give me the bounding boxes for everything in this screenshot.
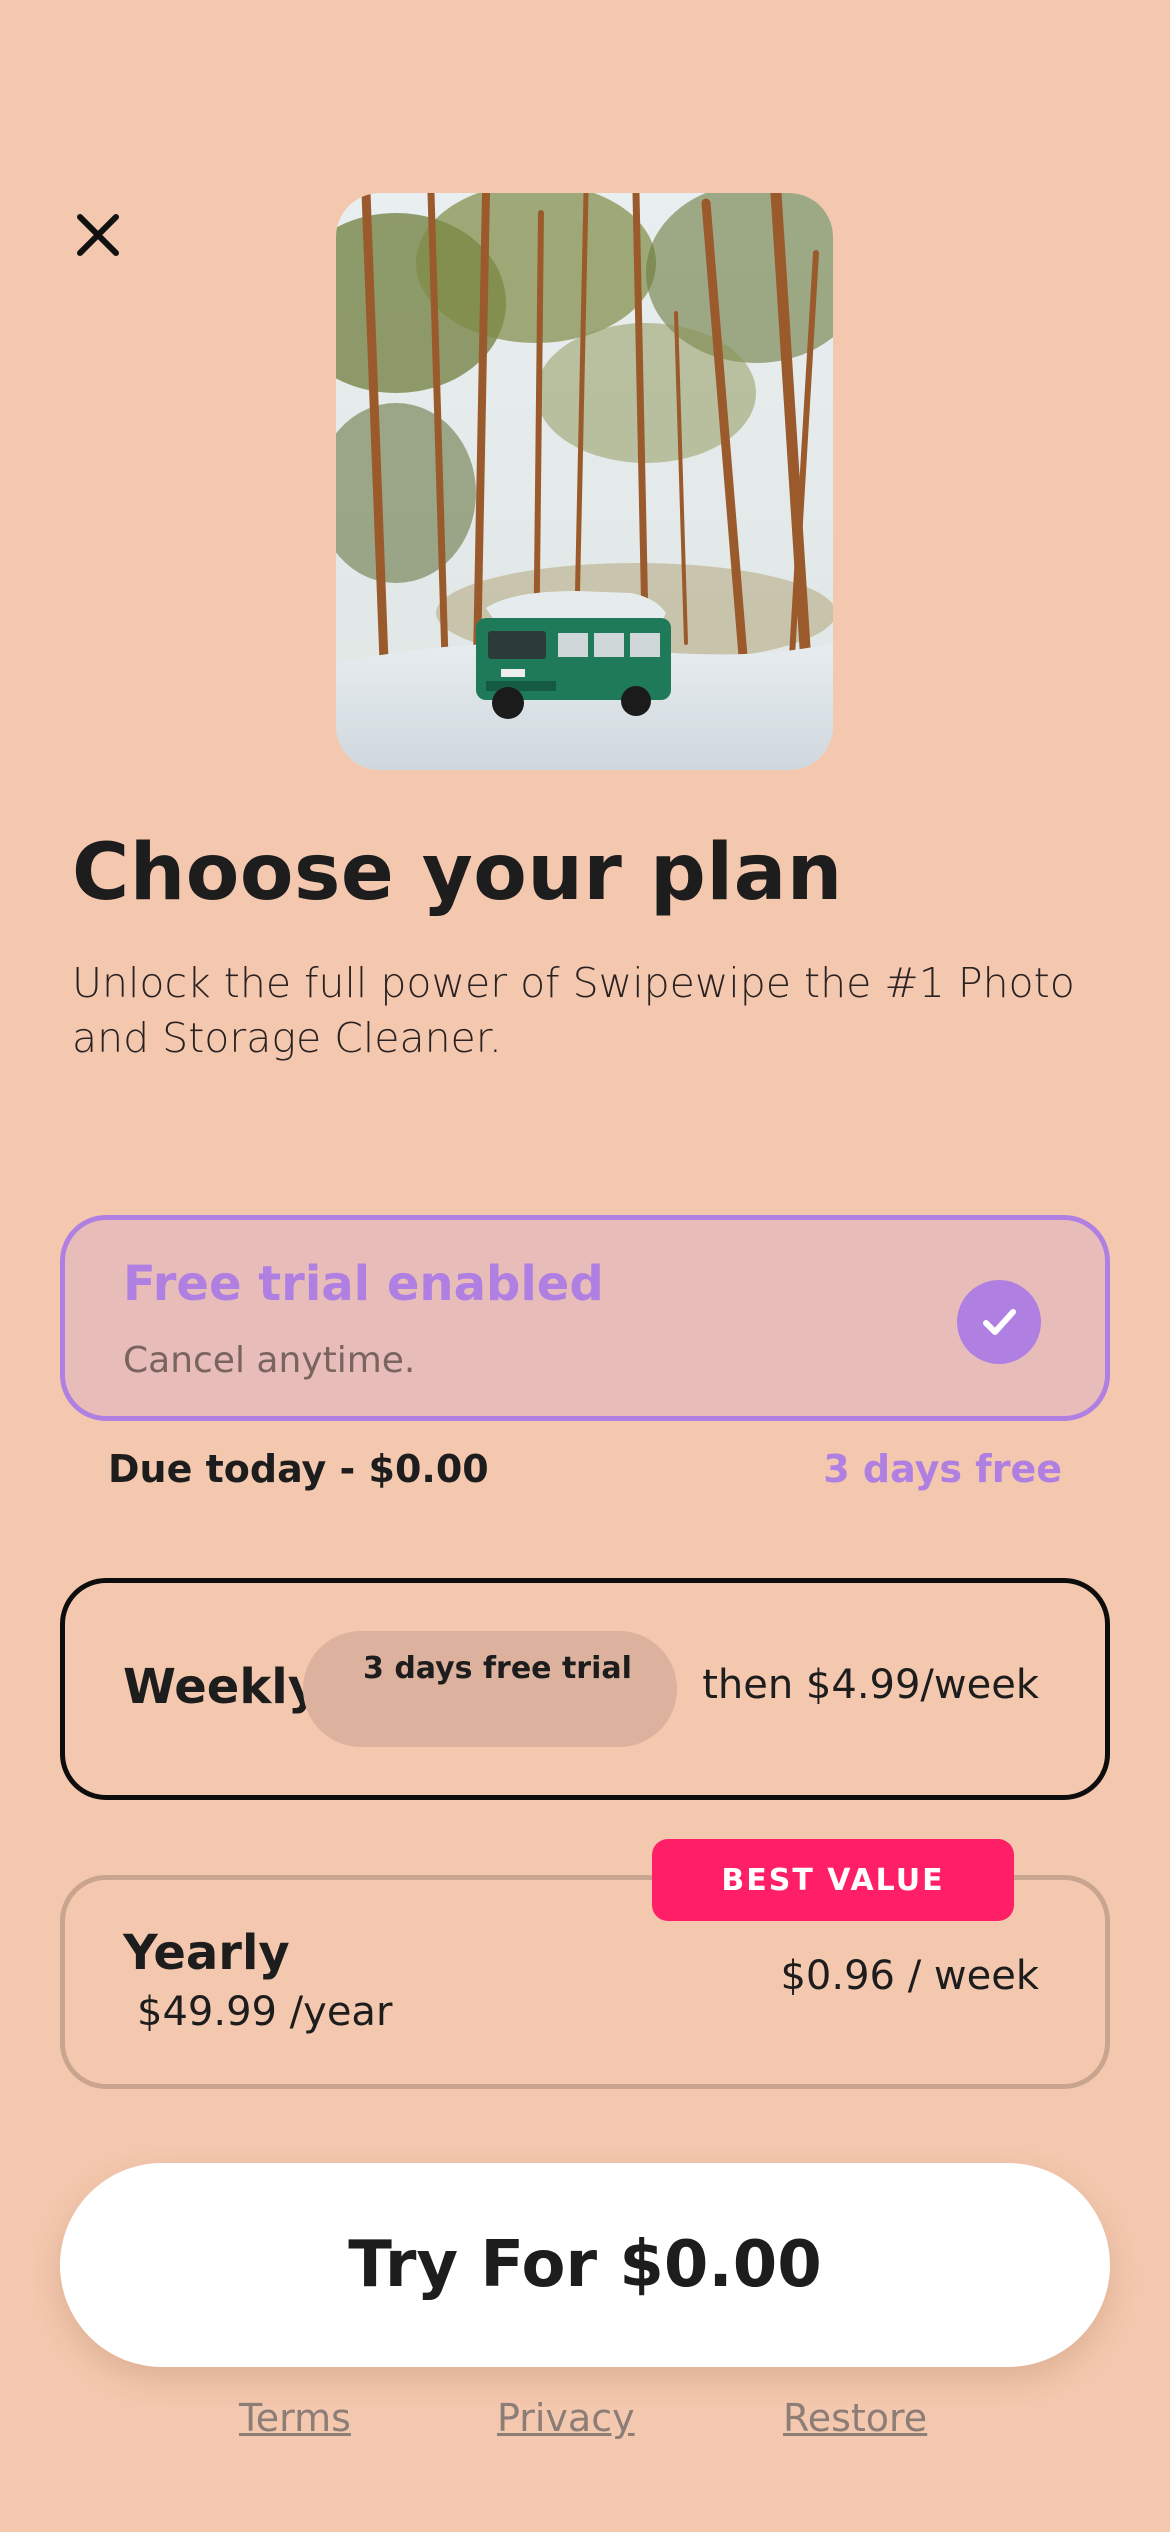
close-icon: [77, 214, 119, 256]
checkmark-icon: [957, 1280, 1041, 1364]
hero-image: [336, 193, 833, 770]
yearly-weekly-price: $0.96 / week: [780, 1953, 1039, 1999]
weekly-plan-name: Weekly: [123, 1659, 320, 1715]
due-today-text: Due today - $0.00: [108, 1447, 489, 1491]
close-button[interactable]: [70, 207, 126, 263]
weekly-plan-price: then $4.99/week: [702, 1662, 1039, 1708]
free-trial-toggle[interactable]: Free trial enabled Cancel anytime.: [60, 1215, 1110, 1421]
trial-length-text: 3 days free: [823, 1447, 1062, 1491]
weekly-plan-option[interactable]: Weekly 3 days free trial then $4.99/week: [60, 1578, 1110, 1800]
page-title: Choose your plan: [72, 828, 843, 918]
yearly-plan-name: Yearly: [123, 1925, 290, 1981]
best-value-badge: BEST VALUE: [652, 1839, 1014, 1921]
page-subtitle: Unlock the full power of Swipewipe the #…: [72, 959, 1075, 1062]
try-free-button[interactable]: Try For $0.00: [60, 2163, 1110, 2367]
weekly-trial-badge: 3 days free trial: [303, 1631, 677, 1747]
free-trial-title: Free trial enabled: [123, 1256, 604, 1312]
free-trial-subtitle: Cancel anytime.: [123, 1340, 416, 1381]
privacy-link[interactable]: Privacy: [497, 2396, 635, 2440]
terms-link[interactable]: Terms: [239, 2396, 351, 2440]
restore-link[interactable]: Restore: [783, 2396, 927, 2440]
yearly-total-price: $49.99 /year: [137, 1989, 393, 2035]
